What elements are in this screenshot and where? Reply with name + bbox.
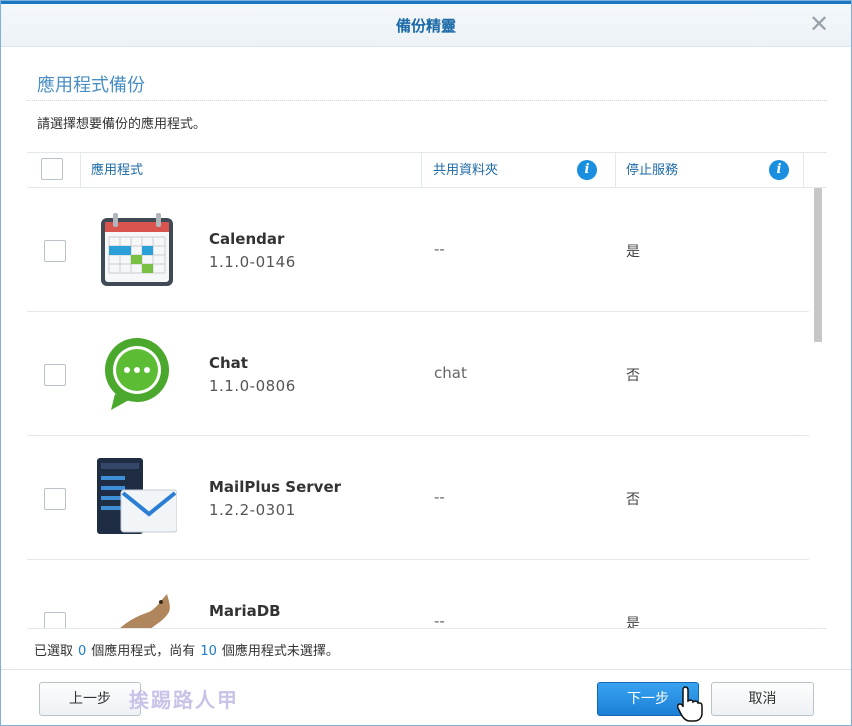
header-select-cell [27,153,81,188]
scrollbar-thumb[interactable] [814,188,822,342]
row-checkbox[interactable] [44,488,66,510]
row-checkbox[interactable] [44,612,66,628]
table-row[interactable]: Calendar 1.1.0-0146 -- 是 [27,188,809,312]
app-name: Chat [209,354,248,372]
stop-service-value: 是 [626,616,640,628]
selection-summary: 已選取 0 個應用程式，尚有 10 個應用程式未選擇。 [34,640,339,659]
close-icon[interactable]: ✕ [809,12,829,36]
header-stop-service-label: 停止服務 [626,163,679,178]
header-app[interactable]: 應用程式 [81,153,422,188]
title-bar: 備份精靈 ✕ [1,1,851,47]
row-checkbox[interactable] [44,240,66,262]
app-name: MariaDB [209,602,281,620]
cancel-button[interactable]: 取消 [711,682,814,716]
shared-folder-value: -- [434,240,445,258]
app-version: 1.2.2-0301 [209,501,296,519]
summary-suffix: 個應用程式未選擇。 [221,644,339,659]
app-name: MailPlus Server [209,478,342,496]
header-shared-folder[interactable]: 共用資料夾 i [422,153,616,188]
table-row[interactable]: MailPlus Server 1.2.2-0301 -- 否 [27,436,809,560]
unselected-count: 10 [200,644,217,659]
table-row[interactable]: MariaDB -- 是 [27,560,809,628]
grid-body: Calendar 1.1.0-0146 -- 是 Chat 1.1.0-0806… [27,188,827,628]
shared-folder-value: -- [434,612,445,628]
shared-folder-value: chat [434,364,467,382]
grid-scrollbar[interactable] [811,188,823,628]
app-version: 1.1.0-0806 [209,377,296,395]
section-title: 應用程式備份 [37,75,145,96]
summary-divider [27,628,827,629]
app-name: Calendar [209,230,285,248]
summary-prefix: 已選取 [34,644,74,659]
back-button[interactable]: 上一步 [39,682,141,716]
instruction-text: 請選擇想要備份的應用程式。 [37,117,207,132]
stop-service-info-icon[interactable]: i [769,160,789,180]
header-app-label: 應用程式 [91,163,144,178]
app-version: 1.1.0-0146 [209,253,296,271]
stop-service-value: 否 [626,368,640,384]
stop-service-value: 是 [626,244,640,260]
select-all-checkbox[interactable] [41,158,63,180]
app-grid: 應用程式 共用資料夾 i 停止服務 i Calendar 1.1.0-0146 … [27,152,827,628]
section-divider [27,100,827,101]
header-shared-folder-label: 共用資料夾 [433,163,499,178]
footer-divider [1,669,851,670]
stop-service-value: 否 [626,492,640,508]
calendar-icon [101,213,173,286]
chat-icon [105,338,169,410]
selected-count: 0 [78,644,87,659]
table-row[interactable]: Chat 1.1.0-0806 chat 否 [27,312,809,436]
shared-folder-value: -- [434,488,445,506]
row-checkbox[interactable] [44,364,66,386]
backup-wizard-window: 備份精靈 ✕ 應用程式備份 請選擇想要備份的應用程式。 應用程式 共用資料夾 i… [0,0,852,726]
mailplus-server-icon [97,458,177,534]
shared-folder-info-icon[interactable]: i [577,160,597,180]
summary-middle: 個應用程式，尚有 [91,644,196,659]
mariadb-icon [120,594,170,628]
grid-header: 應用程式 共用資料夾 i 停止服務 i [27,153,827,188]
header-stop-service[interactable]: 停止服務 i [616,153,804,188]
window-title: 備份精靈 [395,17,456,35]
watermark-text: 挨踢路人甲 [129,688,239,712]
hand-cursor-icon [677,686,703,722]
